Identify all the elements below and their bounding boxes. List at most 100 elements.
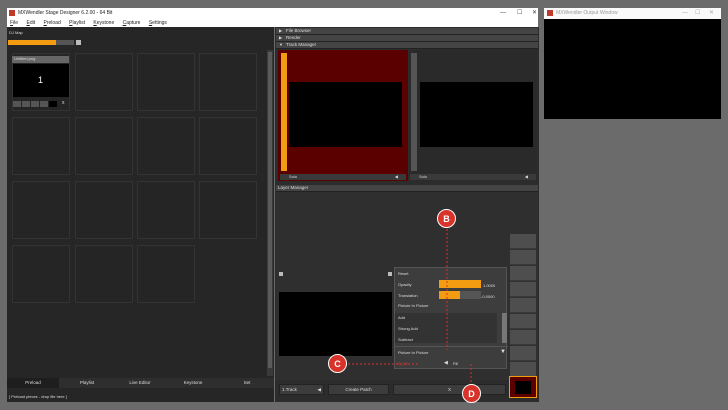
fill-row[interactable]: B_Fill ◀ Fill ▼ — [395, 349, 508, 368]
tab-set[interactable]: Set — [220, 378, 274, 388]
output-minimize-button[interactable]: — — [682, 8, 688, 18]
dj-map-header: DJ Map — [7, 30, 274, 37]
left-scrollbar-thumb[interactable] — [268, 52, 272, 368]
menu-settings[interactable]: Settings — [149, 20, 167, 26]
tab-playlist[interactable]: Playlist — [61, 378, 113, 388]
menu-file[interactable]: File — [10, 20, 18, 26]
track-select-button[interactable]: 1.Track ◀ — [279, 384, 324, 395]
clip-slot[interactable] — [199, 117, 257, 175]
clip-slot[interactable] — [199, 181, 257, 239]
menu-pip-bottom[interactable]: Picture In Picture — [398, 350, 428, 355]
menu-divider — [395, 346, 508, 347]
dj-map-progress-track[interactable] — [8, 40, 74, 45]
bottom-tabs: Preload Playlist Live Editor Keystone Se… — [7, 378, 274, 388]
menu-edit[interactable]: Edit — [26, 20, 35, 26]
layer-slot[interactable] — [510, 330, 536, 345]
clip-ctrl-4[interactable] — [40, 101, 48, 107]
layer-slot[interactable] — [510, 266, 536, 281]
track-1[interactable]: Solo ◀ — [278, 50, 408, 181]
layer-handle-right[interactable] — [388, 272, 392, 276]
layer-slot[interactable] — [510, 346, 536, 361]
track-1-level-bar[interactable] — [281, 53, 287, 171]
menu-capture[interactable]: Capture — [123, 20, 141, 26]
track-1-preview — [289, 82, 402, 147]
track-2[interactable]: Solo ◀ — [409, 50, 537, 181]
clip-slot[interactable] — [75, 117, 133, 175]
output-close-button[interactable]: ✕ — [709, 8, 714, 18]
callout-d: D — [462, 384, 481, 403]
clip-slot[interactable] — [75, 53, 133, 111]
clip-slot[interactable] — [12, 181, 70, 239]
translation-slider[interactable] — [439, 291, 481, 299]
layer-slot[interactable] — [510, 298, 536, 313]
clip-slot[interactable] — [75, 245, 133, 303]
layer-handle-left[interactable] — [279, 272, 283, 276]
track-2-level-bar[interactable] — [411, 53, 417, 171]
tab-preload[interactable]: Preload — [7, 378, 59, 388]
close-button[interactable]: ✕ — [532, 8, 537, 18]
tab-live-editor[interactable]: Live Editor — [114, 378, 166, 388]
clip-controls: x — [12, 100, 69, 108]
dj-map-label: DJ Map — [9, 30, 23, 35]
tab-keystone[interactable]: Keystone — [167, 378, 219, 388]
layer-x-button[interactable]: X — [393, 384, 506, 395]
main-title-bar: MXWendler Stage Designer 6.2.00 - 64 Bit… — [7, 8, 538, 19]
callout-b: B — [437, 209, 456, 228]
layer-slot[interactable] — [510, 234, 536, 249]
clip-thumbnail[interactable]: 1 — [13, 64, 69, 97]
dj-map-progress-fill — [8, 40, 56, 45]
clip-remove-button[interactable]: x — [62, 100, 65, 106]
clip-ctrl-black[interactable] — [49, 101, 57, 107]
clip-slot[interactable] — [12, 117, 70, 175]
maximize-button[interactable]: ☐ — [517, 8, 522, 18]
create-patch-button[interactable]: Create Patch — [328, 384, 389, 395]
layer-slot[interactable] — [510, 282, 536, 297]
menu-add[interactable]: Add — [398, 315, 405, 320]
output-maximize-button[interactable]: ☐ — [695, 8, 700, 18]
menu-playlist[interactable]: Playlist — [69, 20, 85, 26]
menu-keystone[interactable]: Keystone — [93, 20, 114, 26]
file-browser-header[interactable]: ▶ File Browser — [276, 28, 538, 35]
layer-manager-header[interactable]: Layer Manager — [276, 185, 538, 192]
render-header[interactable]: ▶ Render — [276, 35, 538, 42]
track-1-arrow-icon[interactable]: ◀ — [395, 174, 398, 179]
translation-row[interactable]: Translation -0.0000 — [395, 291, 508, 300]
minimize-button[interactable]: — — [500, 8, 506, 18]
layer-slot[interactable] — [510, 250, 536, 265]
track-manager-header[interactable]: ▼ Track Manager — [276, 42, 538, 49]
menu-reset[interactable]: Reset — [398, 271, 408, 276]
fill-prev-icon[interactable]: ◀ — [444, 360, 448, 366]
dj-map-progress-handle[interactable] — [76, 40, 81, 45]
callout-c: C — [328, 354, 347, 373]
menu-picture-in-picture[interactable]: Picture In Picture — [398, 303, 428, 308]
clip-slot[interactable] — [137, 53, 195, 111]
fill-dropdown-icon[interactable]: ▼ — [500, 349, 506, 355]
menu-preload[interactable]: Preload — [43, 20, 60, 26]
layer-slot[interactable] — [510, 314, 536, 329]
clip-slot[interactable] — [137, 117, 195, 175]
opacity-row[interactable]: Opacity 1.0000 — [395, 280, 508, 289]
opacity-slider-fill — [439, 280, 481, 288]
menu-subtract[interactable]: Subtract — [398, 337, 413, 342]
clip-slot[interactable] — [75, 181, 133, 239]
left-scrollbar[interactable] — [267, 50, 273, 376]
menu-bar: File Edit Preload Playlist Keystone Capt… — [7, 19, 538, 27]
clip-slot[interactable] — [199, 53, 257, 111]
clip-slot[interactable] — [137, 245, 195, 303]
clip-slot[interactable] — [137, 181, 195, 239]
track-prev-icon[interactable]: ◀ — [318, 385, 321, 395]
layer-slot[interactable] — [510, 362, 536, 377]
menu-scrollbar[interactable] — [502, 313, 507, 343]
opacity-slider[interactable] — [439, 280, 481, 288]
track-2-footer: Solo ◀ — [410, 174, 536, 180]
track-2-arrow-icon[interactable]: ◀ — [525, 174, 528, 179]
track-1-solo-label[interactable]: Solo — [289, 174, 297, 179]
menu-strong-add[interactable]: Strong Add — [398, 326, 418, 331]
clip-ctrl-2[interactable] — [22, 101, 30, 107]
clip-slot[interactable] — [12, 245, 70, 303]
clip-ctrl-3[interactable] — [31, 101, 39, 107]
clip-name-bar: Untitled.png — [12, 56, 69, 63]
layer-thumb[interactable] — [509, 376, 537, 398]
clip-ctrl-1[interactable] — [13, 101, 21, 107]
track-2-solo-label[interactable]: Solo — [419, 174, 427, 179]
